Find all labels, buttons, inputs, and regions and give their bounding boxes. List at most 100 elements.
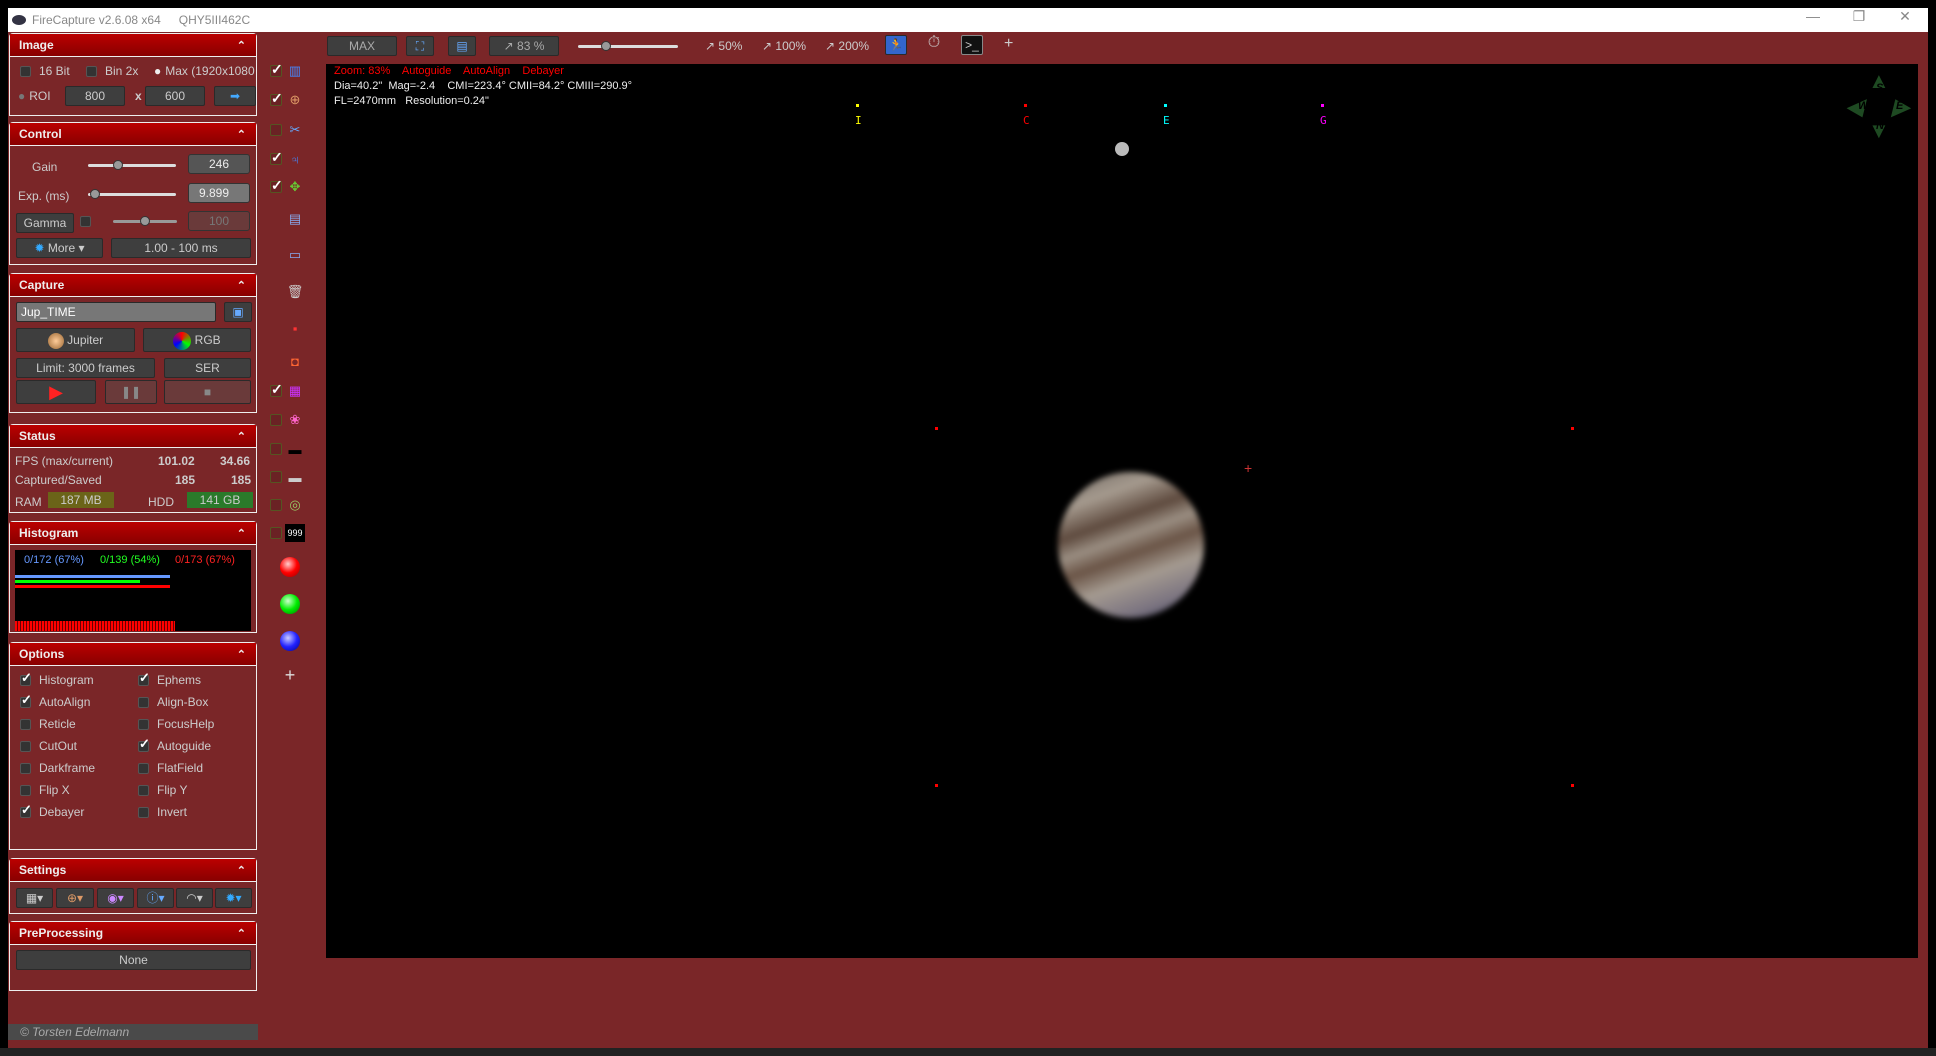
collapse-icon[interactable]: ⌃ — [237, 864, 246, 877]
frame-limit-button[interactable]: Limit: 3000 frames — [16, 358, 155, 378]
runner-icon[interactable]: 🏃 — [885, 35, 907, 55]
color-wheel-settings-button[interactable]: ◉▾ — [97, 888, 134, 908]
terminal-icon[interactable]: >_ — [961, 35, 983, 55]
camera-settings-button[interactable]: ▣ — [224, 302, 252, 322]
bar-toggle[interactable] — [270, 471, 282, 483]
filter-button[interactable]: RGB — [143, 328, 251, 352]
black-rectangle-icon[interactable]: ▬ — [285, 440, 305, 458]
roi-width-field[interactable]: 800 — [65, 86, 125, 106]
collapse-icon[interactable]: ⌃ — [237, 527, 246, 540]
option-ephems[interactable]: Ephems — [138, 670, 201, 687]
checkbox[interactable] — [20, 692, 32, 708]
histogram-toggle[interactable] — [270, 61, 283, 78]
collapse-icon[interactable]: ⌃ — [237, 430, 246, 443]
zoom-slider[interactable] — [578, 41, 678, 51]
option-invert[interactable]: Invert — [138, 805, 187, 819]
max-button[interactable]: MAX — [327, 36, 397, 56]
option-histogram[interactable]: Histogram — [20, 670, 94, 687]
rgb-circles-icon[interactable]: ❀ — [285, 411, 305, 429]
rgb-align-toggle[interactable] — [270, 414, 282, 426]
checkbox[interactable] — [20, 784, 31, 796]
checkbox[interactable] — [138, 670, 150, 686]
pause-capture-button[interactable]: ❚❚ — [105, 380, 157, 404]
roi-height-field[interactable]: 600 — [145, 86, 205, 106]
add-tool-button[interactable]: + — [280, 665, 300, 685]
max-radio[interactable]: ● Max (1920x1080 — [154, 64, 255, 78]
counter-icon[interactable]: 999 — [285, 524, 305, 542]
exposure-slider[interactable] — [88, 189, 176, 199]
planet-settings-button[interactable]: ⊕▾ — [56, 888, 94, 908]
target-icon[interactable]: ◎ — [285, 496, 305, 514]
exposure-field[interactable]: 9.899 — [188, 183, 250, 203]
trash-icon[interactable]: 🗑 — [285, 283, 305, 301]
checkbox[interactable] — [20, 740, 31, 752]
more-button[interactable]: ✹ More ▾ — [16, 238, 103, 258]
screen-settings-button[interactable]: ▤ — [448, 36, 476, 56]
exposure-range-button[interactable]: 1.00 - 100 ms — [111, 238, 251, 258]
preprocessing-select[interactable]: None — [16, 950, 251, 970]
green-channel-icon[interactable] — [280, 594, 300, 614]
checkbox[interactable] — [20, 718, 31, 730]
timer-icon[interactable]: ⏱ — [922, 34, 946, 54]
option-autoalign[interactable]: AutoAlign — [20, 692, 90, 709]
start-capture-button[interactable]: ▶ — [16, 380, 96, 404]
align-arrows-icon[interactable]: ✥ — [285, 178, 305, 196]
zoom-200-button[interactable]: ↗ 200% — [825, 39, 869, 53]
checkbox[interactable] — [138, 762, 149, 774]
gamma-checkbox[interactable] — [80, 216, 91, 227]
planet-reticle-icon[interactable]: ⊕ — [285, 91, 305, 109]
ephems-toggle[interactable] — [270, 149, 283, 166]
option-align-box[interactable]: Align-Box — [138, 695, 208, 709]
collapse-icon[interactable]: ⌃ — [237, 279, 246, 292]
color-grid-icon[interactable]: ▦ — [285, 382, 305, 400]
filename-input[interactable]: Jup_TIME — [16, 302, 216, 322]
zoom-100-button[interactable]: ↗ 100% — [762, 39, 806, 53]
darkframe-icon[interactable]: ▪ — [285, 319, 305, 337]
image-viewer[interactable]: Zoom: 83% Autoguide AutoAlign Debayer Di… — [326, 64, 1918, 958]
checkbox[interactable] — [20, 670, 32, 686]
folder-icon[interactable]: ▭ — [285, 246, 305, 264]
color-grid-settings-button[interactable]: ▦▾ — [16, 888, 53, 908]
gain-slider[interactable] — [88, 160, 176, 170]
reticle-toggle[interactable] — [270, 90, 283, 107]
roi-apply-button[interactable]: ➡ — [214, 86, 256, 106]
object-button[interactable]: Jupiter — [16, 328, 135, 352]
collapse-icon[interactable]: ⌃ — [237, 128, 246, 141]
checkbox[interactable] — [138, 696, 149, 708]
stop-capture-button[interactable]: ■ — [164, 380, 251, 404]
blue-channel-icon[interactable] — [280, 631, 300, 651]
target-toggle[interactable] — [270, 499, 282, 511]
color-grid-toggle[interactable] — [270, 381, 283, 398]
checkbox[interactable] — [20, 802, 32, 818]
gain-field[interactable]: 246 — [188, 154, 250, 174]
checkbox[interactable] — [138, 806, 149, 818]
scissors-icon[interactable]: ✂ — [285, 121, 305, 139]
roi-radio[interactable]: ● ROI — [18, 89, 51, 103]
film-folder-icon[interactable]: ▤ — [285, 210, 305, 228]
zoom-50-button[interactable]: ↗ 50% — [705, 39, 742, 53]
flatfield-icon[interactable]: ◘ — [285, 352, 305, 370]
histogram-icon[interactable]: ▥ — [285, 62, 305, 80]
format-button[interactable]: SER — [164, 358, 251, 378]
checkbox[interactable] — [20, 762, 31, 774]
collapse-icon[interactable]: ⌃ — [237, 648, 246, 661]
bit16-checkbox[interactable]: 16 Bit — [20, 64, 70, 78]
bin2x-checkbox[interactable]: Bin 2x — [86, 64, 138, 78]
maximize-button[interactable]: ❐ — [1836, 8, 1882, 25]
gray-bar-icon[interactable]: ▬ — [285, 468, 305, 486]
checkbox[interactable] — [138, 718, 149, 730]
jupiter-symbol-icon[interactable]: ♃ — [285, 150, 305, 168]
minimize-button[interactable]: — — [1790, 8, 1836, 25]
counter-toggle[interactable] — [270, 527, 282, 539]
compass-control[interactable]: ▲ S ◀ W ▶ E ▼ N — [1846, 68, 1916, 148]
option-focushelp[interactable]: FocusHelp — [138, 717, 214, 731]
gamma-button[interactable]: Gamma — [16, 213, 74, 233]
autoalign-toggle[interactable] — [270, 177, 283, 194]
info-settings-button[interactable]: ⓘ▾ — [137, 888, 174, 908]
gamma-slider[interactable] — [113, 216, 177, 226]
black-frame-toggle[interactable] — [270, 443, 282, 455]
option-darkframe[interactable]: Darkframe — [20, 761, 95, 775]
cutout-toggle[interactable] — [270, 124, 282, 136]
checkbox[interactable] — [138, 736, 150, 752]
option-reticle[interactable]: Reticle — [20, 717, 76, 731]
